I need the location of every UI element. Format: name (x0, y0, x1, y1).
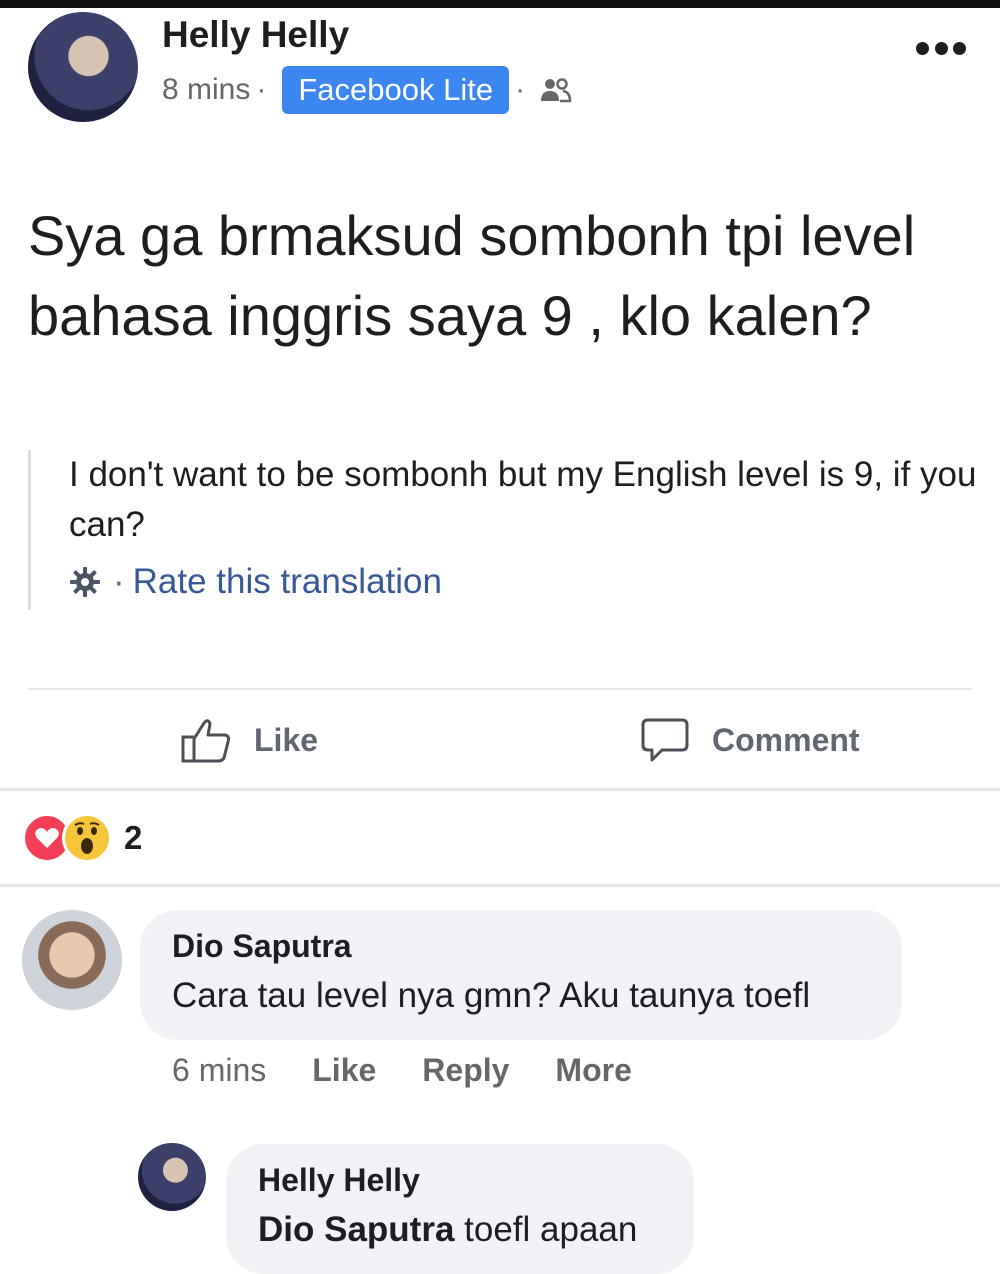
thumbs-up-icon (181, 719, 231, 763)
translation-block: I don't want to be sombonh but my Englis… (28, 450, 981, 610)
comment-actions: 6 mins Like Reply More (172, 1052, 678, 1089)
friends-icon[interactable] (539, 75, 573, 105)
audience-separator: · (515, 73, 526, 106)
comment-bubble: Dio Saputra Cara tau level nya gmn? Aku … (140, 910, 902, 1040)
reaction-count: 2 (124, 819, 143, 856)
rate-separator: · (113, 562, 125, 601)
reply-mention[interactable]: Dio Saputra (258, 1210, 454, 1249)
post-text: Sya ga brmaksud sombonh tpi level bahasa… (28, 204, 916, 347)
post-author-name[interactable]: Helly Helly (162, 14, 349, 56)
comment-reply-link[interactable]: Reply (422, 1052, 509, 1089)
comment-text: Cara tau level nya gmn? Aku taunya toefl (172, 976, 811, 1015)
post-time[interactable]: 8 mins (162, 73, 250, 107)
wow-reaction-icon (62, 813, 112, 863)
app-badge[interactable]: Facebook Lite (282, 66, 510, 114)
more-dots-icon[interactable] (916, 38, 966, 58)
comment-more-link[interactable]: More (555, 1052, 631, 1089)
commenter-avatar[interactable] (22, 910, 122, 1010)
comment-author-name[interactable]: Dio Saputra (172, 928, 352, 965)
comment-icon (641, 718, 689, 762)
reply-author-avatar[interactable] (138, 1143, 206, 1211)
reactions-summary[interactable]: 2 (22, 812, 142, 864)
translation-text: I don't want to be sombonh but my Englis… (69, 455, 977, 544)
comment-like-link[interactable]: Like (312, 1052, 376, 1089)
comment-button[interactable]: Comment (640, 712, 860, 768)
gear-icon (70, 567, 100, 597)
rate-translation-row: · Rate this translation (67, 562, 442, 602)
top-bar (0, 0, 1000, 8)
post-meta: 8 mins · Facebook Lite · (162, 62, 573, 118)
comment-time[interactable]: 6 mins (172, 1052, 266, 1089)
reply-bubble: Helly Helly Dio Saputra toefl apaan (226, 1144, 694, 1274)
rate-translation-link[interactable]: Rate this translation (133, 562, 442, 602)
reply-body: toefl apaan (454, 1210, 638, 1249)
reply-author-name[interactable]: Helly Helly (258, 1162, 420, 1199)
reply-text: Dio Saputra toefl apaan (258, 1210, 637, 1250)
divider (0, 788, 1000, 791)
like-button[interactable]: Like (180, 712, 318, 768)
divider (28, 688, 972, 690)
meta-separator: · (256, 73, 267, 106)
like-label: Like (254, 721, 319, 758)
divider (0, 884, 1000, 887)
comment-label: Comment (712, 721, 860, 758)
author-avatar[interactable] (28, 12, 138, 122)
